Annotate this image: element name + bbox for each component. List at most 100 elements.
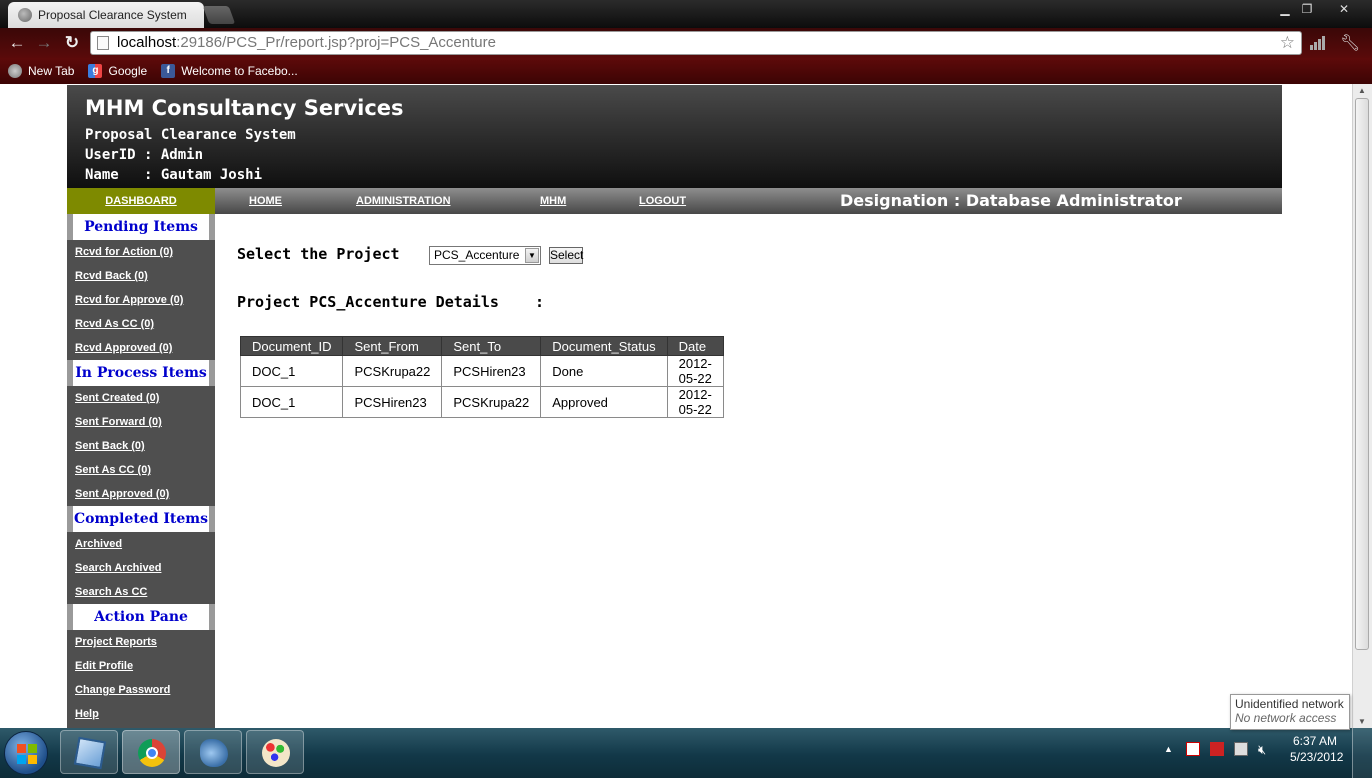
system-title: Proposal Clearance System: [85, 127, 296, 143]
extension-signal-icon[interactable]: [1310, 36, 1326, 50]
url-path: :29186/PCS_Pr/report.jsp?proj=PCS_Accent…: [176, 34, 496, 51]
sidebar-item-rcvd-as-cc[interactable]: Rcvd As CC (0): [67, 312, 215, 336]
designation-label: Designation : Database Administrator: [840, 191, 1182, 210]
new-tab-button[interactable]: [202, 6, 236, 24]
site-header: MHM Consultancy Services Proposal Cleara…: [67, 85, 1282, 188]
taskbar-paint[interactable]: [246, 730, 304, 774]
document-table: Document_ID Sent_From Sent_To Document_S…: [239, 336, 724, 418]
sidebar-item-rcvd-back[interactable]: Rcvd Back (0): [67, 264, 215, 288]
taskbar-chrome[interactable]: [122, 730, 180, 774]
bookmark-label: New Tab: [28, 64, 75, 78]
select-button[interactable]: Select: [549, 247, 583, 264]
virtualbox-icon: [73, 736, 107, 770]
start-button[interactable]: [4, 731, 48, 775]
windows-taskbar: ▲ 🔇︎ 6:37 AM 5/23/2012: [0, 728, 1372, 778]
windows-logo-icon: [17, 744, 37, 764]
clock-date[interactable]: 5/23/2012: [1290, 750, 1343, 764]
close-window-button[interactable]: ✕: [1324, 0, 1364, 18]
url-host: localhost: [117, 34, 177, 51]
sidebar-item-rcvd-approved[interactable]: Rcvd Approved (0): [67, 336, 215, 360]
browser-toolbar: ← → ↻ localhost:29186/PCS_Pr/report.jsp?…: [0, 28, 1372, 58]
nav-dashboard-link[interactable]: DASHBOARD: [67, 188, 215, 214]
action-center-flag-icon[interactable]: [1186, 742, 1200, 756]
cell-document-status: Done: [540, 355, 668, 387]
network-tooltip: Unidentified network No network access: [1230, 694, 1350, 730]
clock-time[interactable]: 6:37 AM: [1293, 734, 1337, 748]
bookmark-star-icon[interactable]: ☆: [1280, 32, 1295, 54]
cell-document-id: DOC_1: [239, 386, 344, 418]
wrench-menu-icon[interactable]: 🔧︎: [1340, 33, 1360, 53]
table-row: DOC_1 PCSKrupa22 PCSHiren23 Done 2012-05…: [239, 355, 724, 387]
network-warning-icon[interactable]: [1234, 742, 1248, 756]
cell-document-id: DOC_1: [239, 355, 344, 387]
nav-logout-link[interactable]: LOGOUT: [639, 188, 686, 214]
show-desktop-button[interactable]: [1352, 728, 1372, 778]
table-header-row: Document_ID Sent_From Sent_To Document_S…: [239, 336, 724, 356]
nav-mhm-link[interactable]: MHM: [540, 188, 566, 214]
company-name: MHM Consultancy Services: [85, 96, 404, 120]
cell-sent-from: PCSKrupa22: [342, 355, 443, 387]
project-dropdown-value: PCS_Accenture: [434, 248, 520, 262]
address-bar[interactable]: localhost:29186/PCS_Pr/report.jsp?proj=P…: [90, 31, 1302, 55]
taskbar-virtualbox[interactable]: [60, 730, 118, 774]
browser-titlebar: Proposal Clearance System ▁ ❐ ✕: [0, 0, 1372, 28]
section-pending-items: Pending Items: [67, 214, 215, 240]
page-viewport: MHM Consultancy Services Proposal Cleara…: [0, 84, 1352, 728]
sidebar-item-sent-forward[interactable]: Sent Forward (0): [67, 410, 215, 434]
sidebar-item-sent-created[interactable]: Sent Created (0): [67, 386, 215, 410]
newtab-icon: [8, 64, 22, 78]
reload-icon[interactable]: ↻: [61, 32, 83, 54]
browser-tab[interactable]: Proposal Clearance System: [8, 2, 204, 28]
cell-date: 2012-05-22: [666, 355, 724, 387]
cell-sent-from: PCSHiren23: [342, 386, 443, 418]
back-arrow-icon[interactable]: ←: [6, 32, 28, 54]
bookmark-facebook[interactable]: f Welcome to Facebo...: [161, 64, 298, 78]
taskbar-dolphin[interactable]: [184, 730, 242, 774]
bookmark-google[interactable]: g Google: [88, 64, 147, 78]
name-line: Name : Gautam Joshi: [85, 167, 263, 183]
maximize-button[interactable]: ❐: [1296, 0, 1318, 18]
sidebar-item-help[interactable]: Help: [67, 702, 215, 726]
network-tooltip-title: Unidentified network: [1235, 697, 1344, 711]
show-hidden-icons-icon[interactable]: ▲: [1164, 744, 1178, 758]
sidebar-item-project-reports[interactable]: Project Reports: [67, 630, 215, 654]
security-shield-icon[interactable]: [1210, 742, 1224, 756]
sidebar-item-change-password[interactable]: Change Password: [67, 678, 215, 702]
forward-arrow-icon[interactable]: →: [33, 32, 55, 54]
volume-muted-icon[interactable]: 🔇︎: [1258, 742, 1272, 757]
sidebar-item-edit-profile[interactable]: Edit Profile: [67, 654, 215, 678]
sidebar: Pending Items Rcvd for Action (0) Rcvd B…: [67, 214, 215, 728]
facebook-icon: f: [161, 64, 176, 78]
sidebar-item-sent-back[interactable]: Sent Back (0): [67, 434, 215, 458]
sidebar-item-archived[interactable]: Archived: [67, 532, 215, 556]
minimize-button[interactable]: ▁: [1274, 0, 1296, 18]
bookmarks-bar: New Tab g Google f Welcome to Facebo...: [0, 58, 1372, 84]
network-tooltip-subtitle: No network access: [1235, 711, 1337, 725]
nav-home-link[interactable]: HOME: [249, 188, 282, 214]
sidebar-item-search-archived[interactable]: Search Archived: [67, 556, 215, 580]
dolphin-icon: [200, 739, 228, 767]
sidebar-item-search-as-cc[interactable]: Search As CC: [67, 580, 215, 604]
nav-administration-link[interactable]: ADMINISTRATION: [356, 188, 451, 214]
sidebar-item-rcvd-for-approve[interactable]: Rcvd for Approve (0): [67, 288, 215, 312]
project-details-label: Project PCS_Accenture Details :: [237, 293, 545, 311]
scroll-up-icon[interactable]: ▲: [1358, 86, 1366, 95]
cell-sent-to: PCSKrupa22: [441, 386, 542, 418]
section-action-pane: Action Pane: [67, 604, 215, 630]
sidebar-item-rcvd-for-action[interactable]: Rcvd for Action (0): [67, 240, 215, 264]
cell-date: 2012-05-22: [666, 386, 724, 418]
chevron-down-icon[interactable]: ▼: [525, 248, 539, 263]
page-scrollbar[interactable]: ▲ ▼: [1352, 84, 1372, 728]
sidebar-item-sent-approved[interactable]: Sent Approved (0): [67, 482, 215, 506]
scroll-thumb[interactable]: [1355, 98, 1369, 650]
page-favicon-icon: [18, 8, 32, 22]
sidebar-item-sent-as-cc[interactable]: Sent As CC (0): [67, 458, 215, 482]
col-document-id: Document_ID: [239, 336, 344, 356]
bookmark-new-tab[interactable]: New Tab: [8, 64, 74, 78]
project-dropdown[interactable]: PCS_Accenture ▼: [429, 246, 541, 265]
paint-icon: [262, 739, 290, 767]
col-sent-from: Sent_From: [342, 336, 443, 356]
section-in-process-items: In Process Items: [67, 360, 215, 386]
scroll-down-icon[interactable]: ▼: [1358, 717, 1366, 726]
tab-title: Proposal Clearance System: [38, 8, 187, 22]
